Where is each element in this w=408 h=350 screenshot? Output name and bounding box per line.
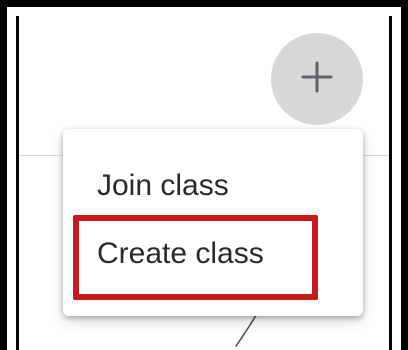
add-class-menu: Join class Create class: [63, 129, 363, 316]
add-class-button[interactable]: [271, 33, 363, 125]
menu-item-join-class[interactable]: Join class: [97, 169, 229, 203]
menu-item-create-class[interactable]: Create class: [97, 237, 264, 271]
plus-icon: [300, 60, 334, 99]
